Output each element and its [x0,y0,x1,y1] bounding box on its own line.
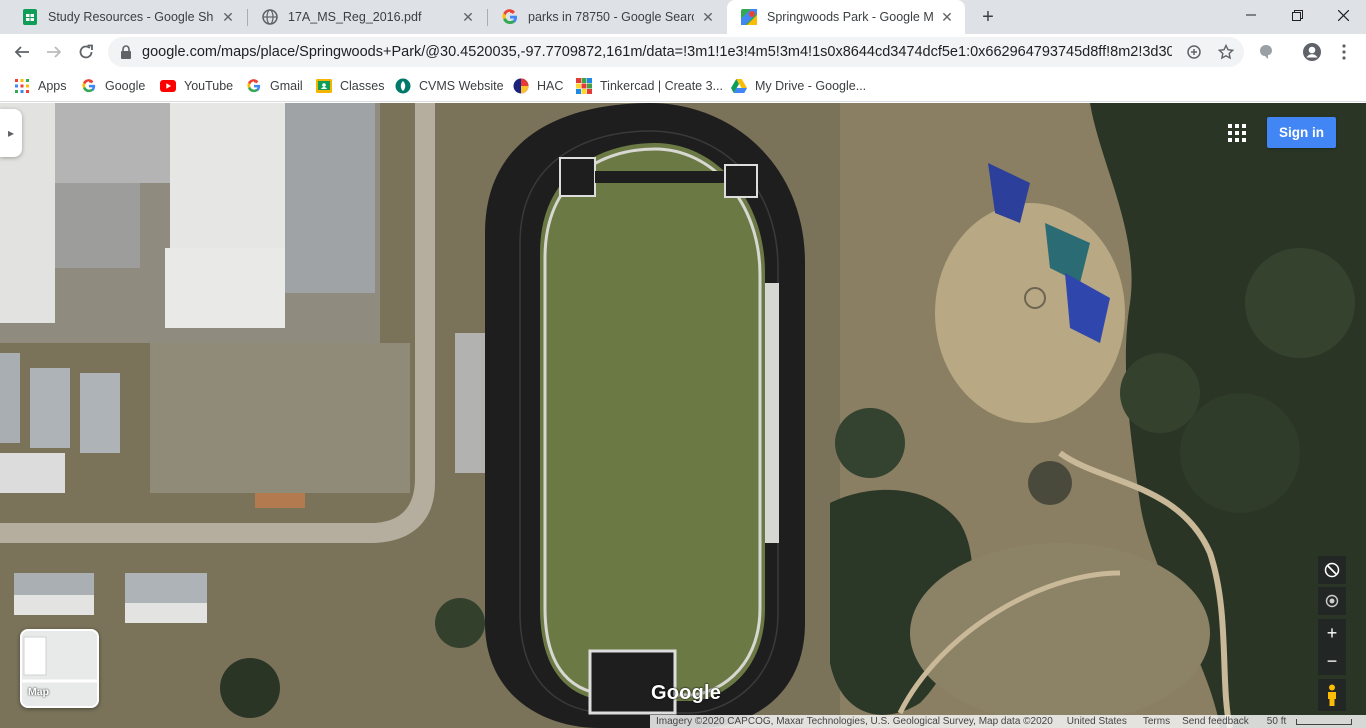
bookmark-google[interactable]: Google [81,76,145,96]
bookmark-gmail[interactable]: Gmail [246,76,303,96]
tinkercad-icon [576,78,592,94]
tab-google-search[interactable]: parks in 78750 - Google Search ✕ [488,0,726,34]
street-view-pegman[interactable] [1318,679,1346,711]
map-canvas[interactable]: ▸ Sign in + − Map Google Imagery ©2020 C… [0,103,1366,728]
bookmarks-bar: Apps Google YouTube Gmail Classes CVMS W… [0,70,1366,102]
tab-google-maps[interactable]: Springwoods Park - Google Maps ✕ [727,0,965,34]
terms-link[interactable]: Terms [1133,716,1176,727]
address-bar[interactable]: google.com/maps/place/Springwoods+Park/@… [108,37,1244,67]
plus-icon: + [1326,622,1338,643]
google-logo: Google [651,682,722,704]
collapse-side-panel-button[interactable]: ▸ [0,109,22,157]
classroom-icon [316,78,332,94]
bookmark-youtube[interactable]: YouTube [160,76,233,96]
bookmark-classes[interactable]: Classes [316,76,384,96]
tab-title: parks in 78750 - Google Search [528,10,694,24]
restore-button[interactable] [1274,0,1320,30]
minimize-button[interactable] [1228,0,1274,30]
tab-strip: Study Resources - Google Sheets ✕ 17A_MS… [0,0,1366,34]
bookmark-label: Tinkercad | Create 3... [600,79,723,93]
region-link[interactable]: United States [1059,716,1133,727]
chevron-right-icon: ▸ [7,126,15,140]
tab-title: 17A_MS_Reg_2016.pdf [288,10,422,24]
new-tab-button[interactable]: + [976,5,1000,29]
back-arrow-icon [14,46,29,58]
close-tab-icon[interactable]: ✕ [939,9,955,25]
scale-bar[interactable]: 50 ft [1255,716,1358,727]
imagery-attribution: Imagery ©2020 CAPCOG, Maxar Technologies… [656,716,1053,727]
bookmark-label: Apps [38,79,67,93]
bookmark-label: CVMS Website [419,79,504,93]
bookmark-label: Gmail [270,79,303,93]
map-layer-toggle[interactable]: Map [20,629,99,708]
bookmark-apps[interactable]: Apps [14,76,67,96]
bookmark-tinkercad[interactable]: Tinkercad | Create 3... [576,76,723,96]
close-tab-icon[interactable]: ✕ [220,9,236,25]
sheets-icon [22,9,38,25]
globe-icon [262,9,278,25]
minus-icon: − [1326,650,1338,671]
extension-icon[interactable] [1256,42,1276,62]
maps-icon [741,9,757,25]
scale-label: 50 ft [1266,716,1287,727]
close-tab-icon[interactable]: ✕ [700,9,716,25]
url-text[interactable]: google.com/maps/place/Springwoods+Park/@… [142,37,1172,67]
sign-in-button[interactable]: Sign in [1267,117,1336,148]
close-window-button[interactable] [1320,0,1366,30]
bookmark-my-drive[interactable]: My Drive - Google... [731,76,866,96]
drive-icon [731,78,747,94]
google-icon [246,78,262,94]
bookmark-label: Google [105,79,146,93]
tab-study-resources[interactable]: Study Resources - Google Sheets ✕ [8,0,246,34]
youtube-icon [160,78,176,94]
hac-icon [513,78,529,94]
bookmark-label: YouTube [184,79,234,93]
location-icon [1325,594,1339,608]
close-tab-icon[interactable]: ✕ [460,9,476,25]
apps-icon [14,78,30,94]
zoom-out-button[interactable]: − [1318,647,1346,675]
scale-bar-graphic [1296,718,1353,725]
send-feedback-link[interactable]: Send feedback [1176,716,1255,727]
google-icon [81,78,97,94]
bookmark-label: My Drive - Google... [755,79,867,93]
minimize-icon [1246,14,1256,16]
close-icon [1337,9,1349,21]
reload-icon [79,44,93,59]
bookmark-cvms-website[interactable]: CVMS Website [395,76,504,96]
satellite-imagery [0,103,1366,728]
compass-button[interactable] [1318,556,1346,584]
reload-button[interactable] [72,38,100,66]
browser-toolbar: google.com/maps/place/Springwoods+Park/@… [0,34,1366,70]
profile-icon[interactable] [1302,42,1322,62]
minimap-label: Map [28,686,49,698]
forward-arrow-icon [47,46,62,58]
restore-icon [1291,9,1303,21]
tab-title: Study Resources - Google Sheets [48,10,214,24]
forward-button[interactable] [40,38,68,66]
my-location-button[interactable] [1318,587,1346,615]
bookmark-label: Classes [340,79,385,93]
tab-title: Springwoods Park - Google Maps [767,10,933,24]
bookmark-hac[interactable]: HAC [513,76,563,96]
menu-icon[interactable] [1334,42,1354,62]
zoom-in-button[interactable]: + [1318,619,1346,647]
google-icon [502,9,518,25]
lock-icon [118,44,134,60]
star-icon[interactable] [1218,44,1234,60]
back-button[interactable] [8,38,36,66]
compass-icon [1324,562,1340,578]
zoom-icon[interactable] [1186,44,1202,60]
map-footer: Imagery ©2020 CAPCOG, Maxar Technologies… [650,715,1366,728]
bookmark-label: HAC [537,79,564,93]
cvms-icon [395,78,411,94]
google-apps-icon[interactable] [1226,122,1248,144]
pegman-icon [1328,684,1336,706]
tab-pdf[interactable]: 17A_MS_Reg_2016.pdf ✕ [248,0,486,34]
